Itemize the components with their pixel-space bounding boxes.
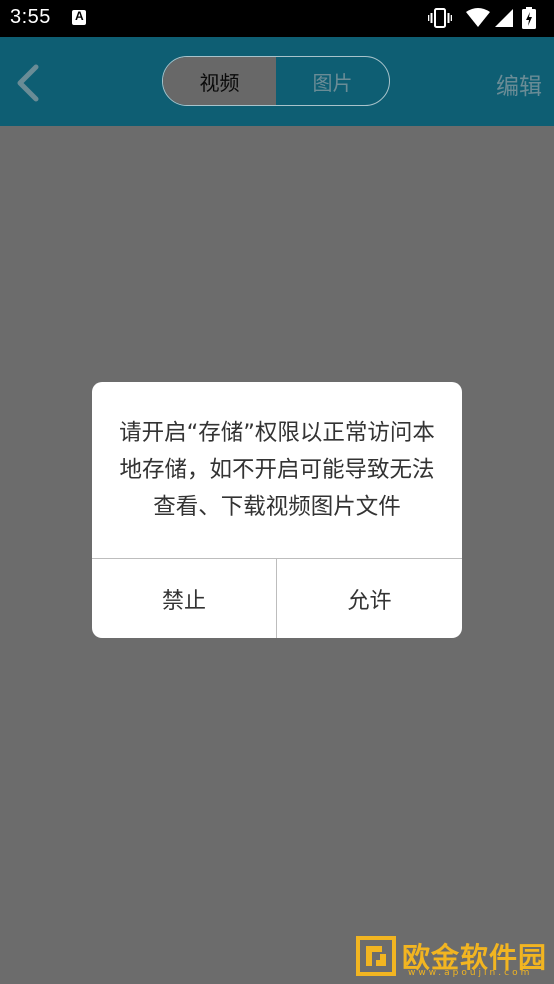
notification-a-icon: A: [72, 9, 86, 25]
status-bar: 3:55 A: [0, 0, 554, 37]
tab-images[interactable]: 图片: [276, 57, 389, 105]
tab-video[interactable]: 视频: [163, 57, 276, 105]
wifi-icon: [466, 8, 490, 27]
dialog-message-container: 请开启“存储”权限以正常访问本地存储，如不开启可能导致无法查看、下载视频图片文件: [92, 382, 462, 558]
dialog-message: 请开启“存储”权限以正常访问本地存储，如不开启可能导致无法查看、下载视频图片文件: [119, 419, 435, 520]
watermark-url: www.apoujin.com: [408, 968, 533, 978]
status-time: 3:55: [10, 6, 51, 28]
watermark: 欧金软件园 www.apoujin.com: [352, 934, 548, 980]
signal-icon: [495, 9, 513, 27]
deny-button[interactable]: 禁止: [92, 559, 276, 638]
permission-dialog: 请开启“存储”权限以正常访问本地存储，如不开启可能导致无法查看、下载视频图片文件…: [92, 382, 462, 638]
battery-charging-icon: [522, 7, 536, 29]
back-button[interactable]: [12, 63, 46, 103]
chevron-left-icon: [17, 64, 39, 102]
vibrate-icon: [428, 8, 452, 28]
media-type-tabs: 视频 图片: [162, 56, 390, 106]
watermark-logo-icon: [356, 936, 396, 976]
allow-button[interactable]: 允许: [277, 559, 462, 638]
app-header: 视频 图片 编辑: [0, 37, 554, 126]
edit-button[interactable]: 编辑: [496, 67, 542, 101]
